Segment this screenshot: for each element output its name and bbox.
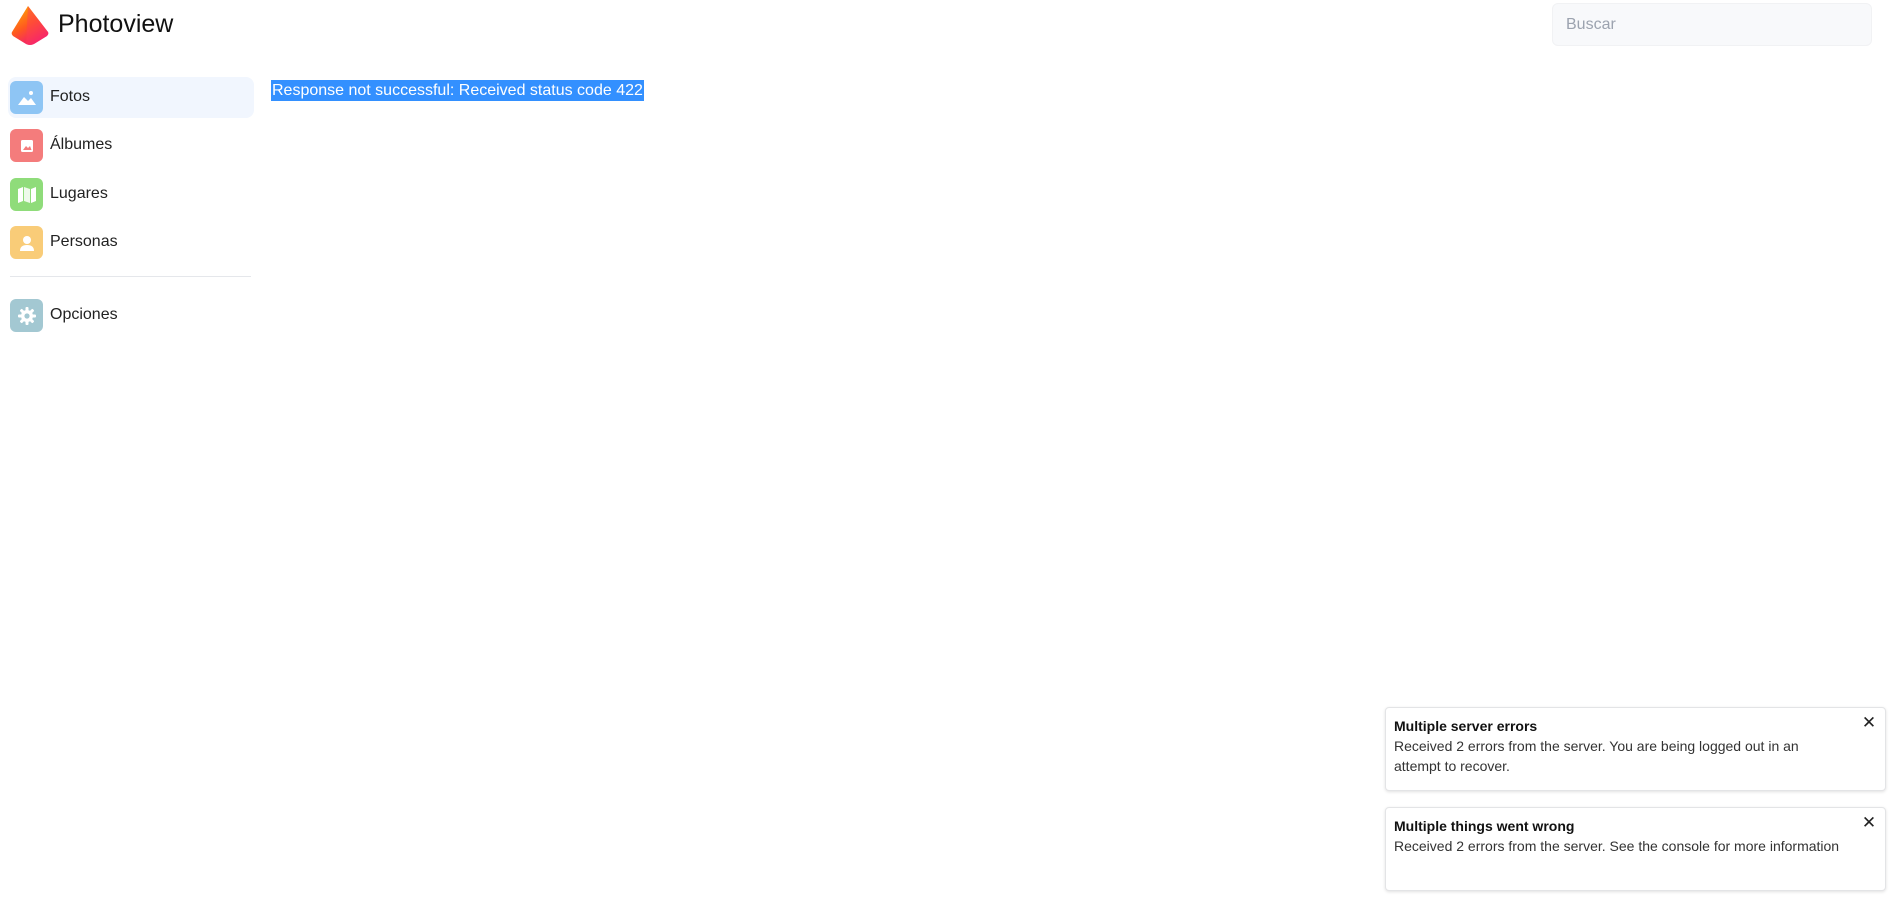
person-icon <box>10 226 43 259</box>
notification-title: Multiple things went wrong <box>1394 818 1575 834</box>
notification-server-errors: Multiple server errors Received 2 errors… <box>1385 707 1886 791</box>
sidebar-item-label: Opciones <box>50 306 118 323</box>
album-icon <box>10 129 43 162</box>
gear-icon <box>10 299 43 332</box>
close-icon[interactable]: ✕ <box>1861 714 1877 731</box>
photos-icon <box>10 81 43 114</box>
notification-message: Received 2 errors from the server. See t… <box>1394 838 1840 854</box>
sidebar-item-label: Lugares <box>50 185 108 202</box>
sidebar-divider <box>10 276 251 277</box>
sidebar-item-label: Personas <box>50 233 118 250</box>
sidebar-item-lugares[interactable]: Lugares <box>8 174 254 215</box>
sidebar-item-personas[interactable]: Personas <box>8 222 254 263</box>
sidebar-item-opciones[interactable]: Opciones <box>8 295 254 336</box>
sidebar: Fotos Álbumes Lugares Personas Opciones <box>0 0 256 907</box>
map-icon <box>10 178 43 211</box>
sidebar-item-label: Fotos <box>50 88 91 105</box>
sidebar-item-fotos[interactable]: Fotos <box>8 77 254 118</box>
sidebar-item-label: Álbumes <box>50 136 113 153</box>
search-input[interactable] <box>1552 3 1872 46</box>
sidebar-item-albumes[interactable]: Álbumes <box>8 125 254 166</box>
notification-title: Multiple server errors <box>1394 718 1538 734</box>
error-message: Response not successful: Received status… <box>271 80 644 101</box>
notification-things-went-wrong: Multiple things went wrong Received 2 er… <box>1385 807 1886 891</box>
close-icon[interactable]: ✕ <box>1861 814 1877 831</box>
notification-message: Received 2 errors from the server. You a… <box>1394 738 1799 774</box>
app-root: Photoview Fotos Álbumes <box>0 0 1895 907</box>
